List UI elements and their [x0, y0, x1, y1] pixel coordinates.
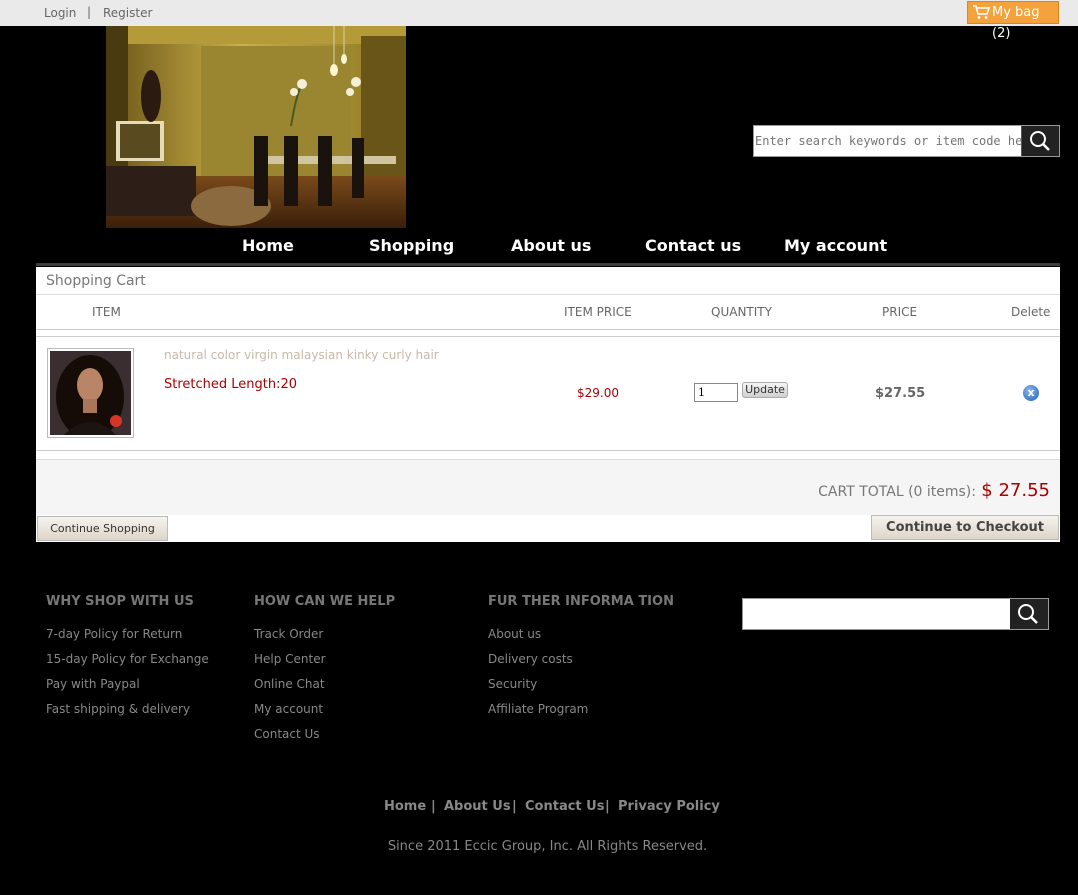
cart-icon — [973, 5, 990, 19]
topbar-separator: | — [87, 5, 92, 19]
nav-home[interactable]: Home — [242, 236, 294, 255]
footer-search — [742, 598, 1049, 630]
bottom-nav-separator: | — [431, 799, 436, 814]
cart-total-box: CART TOTAL (0 items): $ 27.55 — [36, 459, 1060, 515]
column-quantity: QUANTITY — [711, 305, 772, 319]
footer-link[interactable]: 7-day Policy for Return — [46, 627, 182, 641]
line-price: $27.55 — [875, 386, 926, 401]
bottom-nav-about[interactable]: About Us — [444, 799, 511, 814]
nav-about-us[interactable]: About us — [511, 236, 591, 255]
bottom-nav-privacy[interactable]: Privacy Policy — [618, 799, 720, 814]
nav-my-account[interactable]: My account — [784, 236, 887, 255]
search-icon — [1018, 604, 1038, 624]
footer-heading-why-shop: WHY SHOP WITH US — [46, 594, 194, 609]
footer-link[interactable]: 15-day Policy for Exchange — [46, 652, 209, 666]
checkout-button[interactable]: Continue to Checkout — [871, 515, 1059, 540]
divider — [36, 450, 1060, 451]
footer-link[interactable]: Security — [488, 677, 537, 691]
product-thumbnail[interactable] — [47, 348, 134, 438]
footer-link[interactable]: Online Chat — [254, 677, 325, 691]
register-link[interactable]: Register — [103, 6, 152, 20]
footer-link[interactable]: Pay with Paypal — [46, 677, 140, 691]
copyright: Since 2011 Eccic Group, Inc. All Rights … — [387, 839, 708, 854]
update-button[interactable]: Update — [742, 382, 788, 398]
nav-shopping[interactable]: Shopping — [369, 236, 454, 255]
footer-link[interactable]: My account — [254, 702, 323, 716]
header-search-button[interactable] — [1021, 126, 1059, 156]
login-link[interactable]: Login — [44, 6, 76, 20]
bottom-nav-separator: | — [512, 799, 517, 814]
my-bag-button[interactable]: My bag (2) — [967, 1, 1059, 41]
bottom-nav-contact[interactable]: Contact Us — [525, 799, 604, 814]
my-bag-label: My bag (2) — [992, 5, 1040, 41]
divider — [36, 294, 1060, 295]
cart-total-label: CART TOTAL (0 items): — [818, 484, 976, 500]
product-name-link[interactable]: natural color virgin malaysian kinky cur… — [164, 348, 439, 362]
column-price: PRICE — [882, 305, 918, 319]
product-option: Stretched Length:20 — [164, 377, 298, 392]
bottom-nav-home[interactable]: Home — [384, 799, 426, 814]
delete-icon[interactable]: x — [1023, 385, 1039, 401]
column-item: ITEM — [92, 305, 121, 319]
footer-link[interactable]: Contact Us — [254, 727, 320, 741]
footer-link[interactable]: Track Order — [254, 627, 323, 641]
top-bar: Login | Register My bag (2) — [0, 0, 1078, 41]
footer-search-button[interactable] — [1010, 599, 1048, 629]
footer-link[interactable]: Delivery costs — [488, 652, 573, 666]
column-item-price: ITEM PRICE — [564, 305, 632, 319]
continue-shopping-button[interactable]: Continue Shopping — [37, 516, 168, 541]
item-price: $29.00 — [577, 386, 619, 400]
divider — [36, 336, 1060, 337]
banner-image — [106, 26, 406, 228]
cart-title: Shopping Cart — [46, 273, 146, 289]
footer-heading-help: HOW CAN WE HELP — [254, 594, 396, 609]
header-search — [753, 125, 1060, 157]
footer-heading-further-info: FUR THER INFORMA TION — [488, 594, 674, 609]
column-delete: Delete — [1011, 305, 1051, 319]
header-search-input[interactable] — [754, 126, 1022, 156]
footer-link[interactable]: Affiliate Program — [488, 702, 588, 716]
search-icon — [1030, 131, 1050, 151]
footer-search-input[interactable] — [743, 599, 1011, 629]
footer-link[interactable]: Help Center — [254, 652, 326, 666]
footer-link[interactable]: About us — [488, 627, 541, 641]
divider — [36, 329, 1060, 330]
quantity-input[interactable] — [694, 383, 738, 402]
shopping-cart-panel: Shopping Cart ITEM ITEM PRICE QUANTITY P… — [36, 267, 1060, 542]
bottom-nav-separator: | — [605, 799, 610, 814]
footer-link[interactable]: Fast shipping & delivery — [46, 702, 190, 716]
cart-total-amount: $ 27.55 — [981, 480, 1050, 501]
nav-contact-us[interactable]: Contact us — [645, 236, 741, 255]
main-nav: Home Shopping About us Contact us My acc… — [36, 228, 1060, 266]
